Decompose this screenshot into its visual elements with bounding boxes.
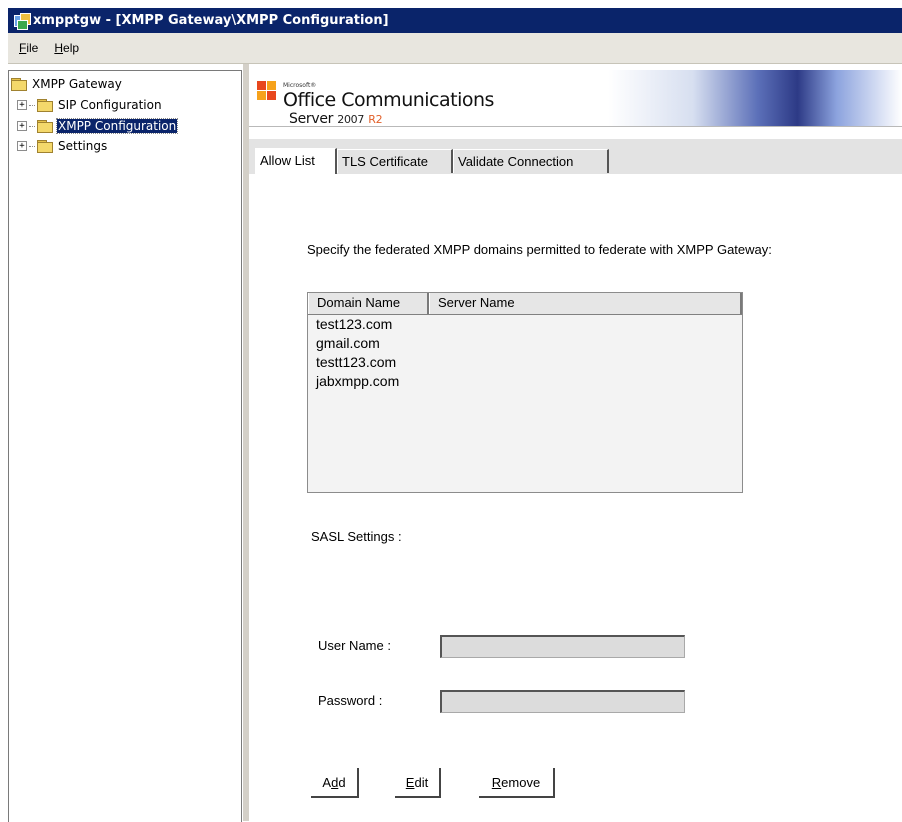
allow-list-instruction: Specify the federated XMPP domains permi… [307, 242, 772, 257]
list-item[interactable]: gmail.com [308, 334, 742, 353]
tab-tls-certificate[interactable]: TLS Certificate [337, 149, 453, 173]
sasl-settings-heading: SASL Settings : [311, 529, 402, 544]
username-field[interactable] [440, 635, 685, 658]
product-banner: Microsoft® Office Communications Server … [249, 70, 902, 127]
password-label: Password : [318, 693, 383, 708]
tree-item-xmpp-gateway[interactable]: XMPP Gateway [11, 75, 123, 93]
list-header: Domain Name Server Name [308, 293, 742, 315]
navigation-tree[interactable]: XMPP Gateway + SIP Configuration + XMPP … [8, 70, 242, 822]
folder-icon [37, 140, 53, 153]
microsoft-wordmark: Microsoft® [283, 82, 317, 89]
list-item[interactable]: test123.com [308, 315, 742, 334]
domain-list[interactable]: Domain Name Server Name test123.com gmai… [307, 292, 743, 493]
tree-item-label: SIP Configuration [58, 98, 162, 112]
mmc-app-icon [14, 12, 31, 30]
remove-button[interactable]: Remove [479, 768, 555, 798]
product-name: Office Communications [283, 89, 494, 111]
menu-bar: File Help [8, 33, 902, 64]
menu-file[interactable]: File [8, 41, 46, 55]
tree-item-label: XMPP Gateway [32, 77, 122, 91]
expand-plus-icon[interactable]: + [17, 141, 27, 151]
details-pane: Microsoft® Office Communications Server … [249, 64, 902, 821]
allow-list-panel: Specify the federated XMPP domains permi… [249, 174, 902, 821]
username-label: User Name : [318, 638, 391, 653]
tree-item-label-selected: XMPP Configuration [55, 118, 179, 134]
menu-help[interactable]: Help [46, 41, 87, 55]
tree-item-sip-configuration[interactable]: + SIP Configuration [17, 96, 163, 114]
tree-item-settings[interactable]: + Settings [17, 137, 108, 155]
window-title: xmpptgw - [XMPP Gateway\XMPP Configurati… [33, 13, 389, 28]
tab-strip: Allow List TLS Certificate Validate Conn… [249, 139, 902, 175]
product-version: Server 2007 R2 [289, 111, 383, 127]
folder-icon [37, 120, 53, 133]
list-item[interactable]: jabxmpp.com [308, 372, 742, 391]
password-field[interactable] [440, 690, 685, 713]
list-item[interactable]: testt123.com [308, 353, 742, 372]
tree-item-label: Settings [58, 139, 108, 153]
tab-validate-connection[interactable]: Validate Connection [453, 149, 609, 173]
column-header-domain-name[interactable]: Domain Name [308, 293, 429, 314]
column-header-server-name[interactable]: Server Name [429, 293, 742, 314]
edit-button[interactable]: Edit [395, 768, 441, 798]
add-button[interactable]: Add [311, 768, 359, 798]
expand-plus-icon[interactable]: + [17, 100, 27, 110]
tree-item-xmpp-configuration[interactable]: + XMPP Configuration [17, 117, 179, 135]
folder-icon [11, 78, 27, 91]
tab-allow-list[interactable]: Allow List [255, 148, 337, 174]
window-titlebar[interactable]: xmpptgw - [XMPP Gateway\XMPP Configurati… [8, 8, 902, 33]
expand-plus-icon[interactable]: + [17, 121, 27, 131]
office-logo-icon [257, 81, 279, 103]
folder-icon [37, 99, 53, 112]
